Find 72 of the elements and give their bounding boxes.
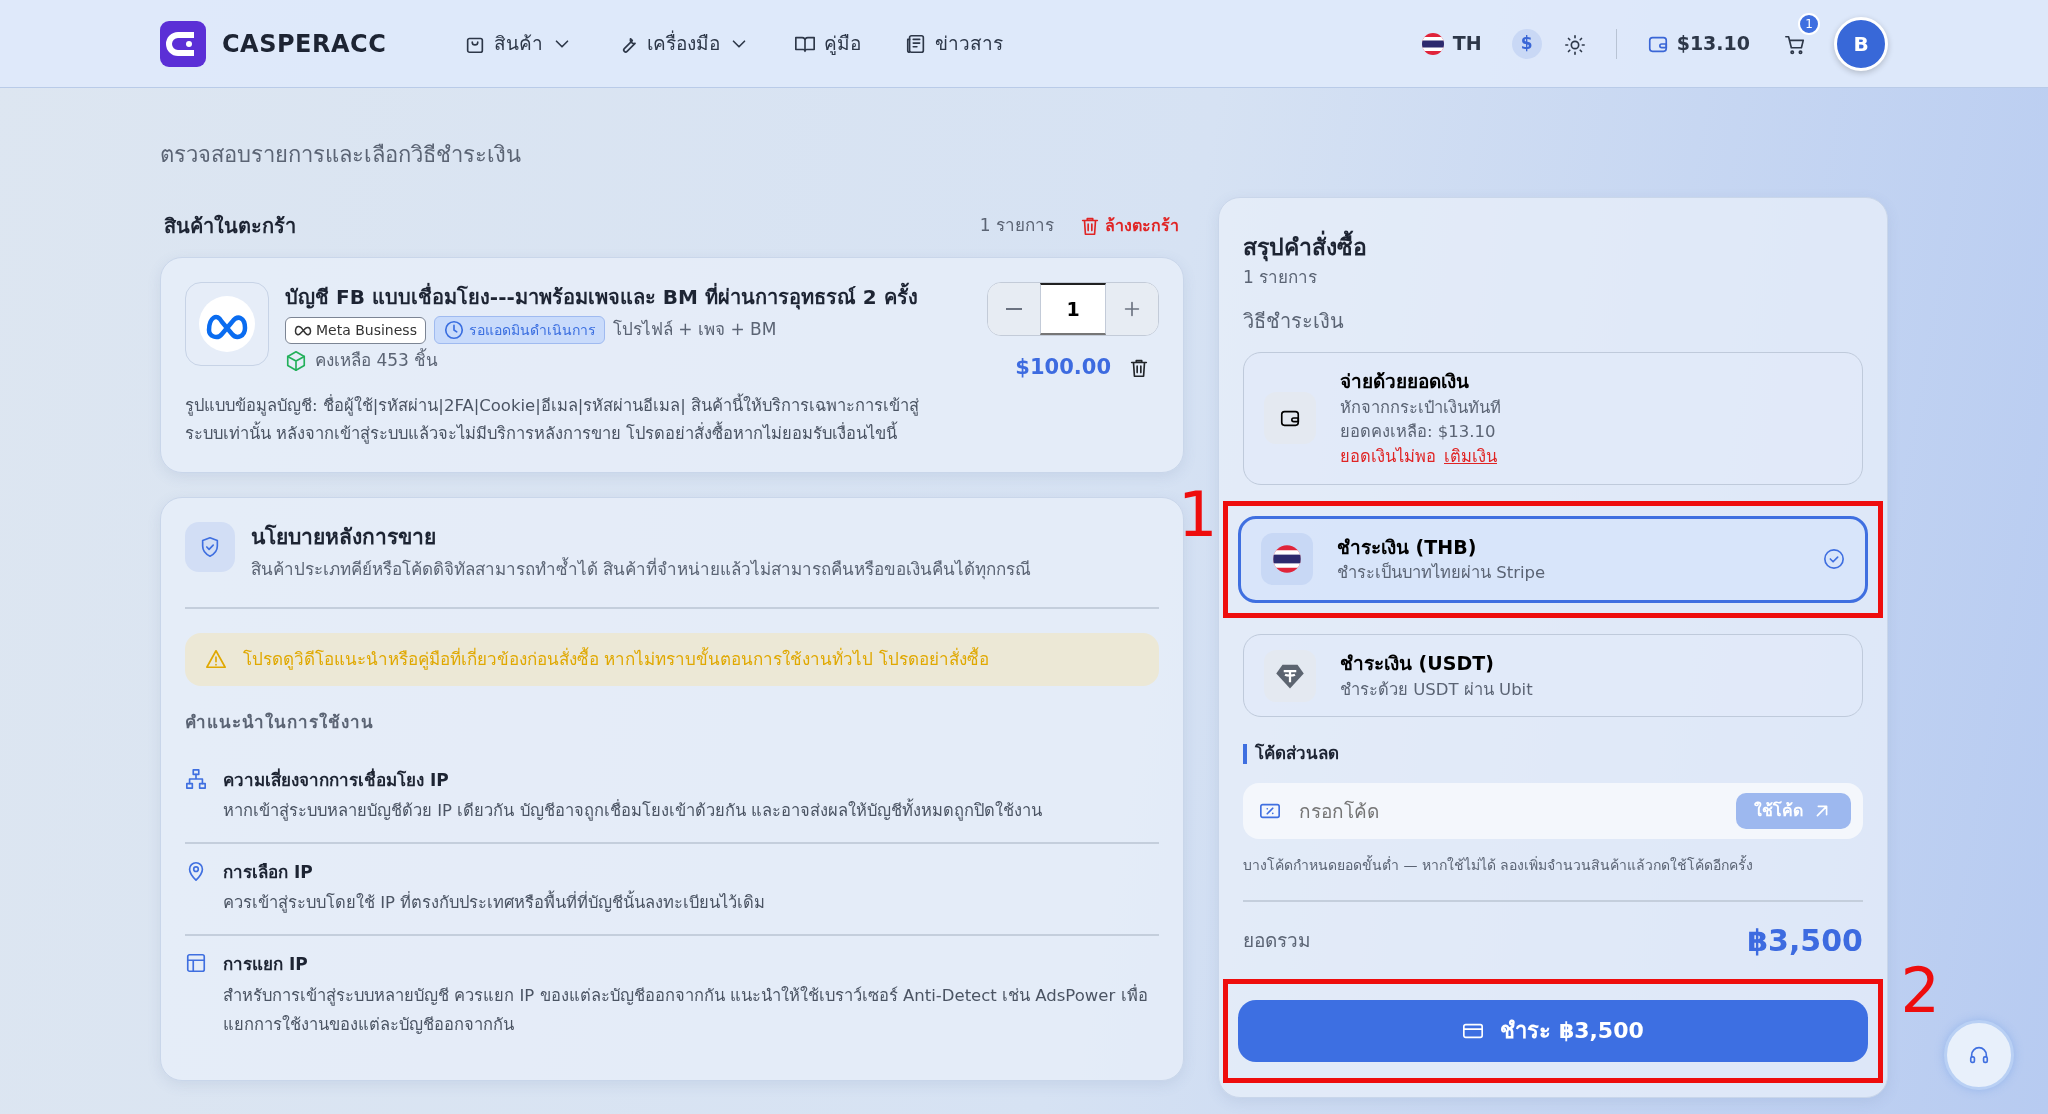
payment-method-option[interactable]: ชำระเงิน (USDT) ชำระด้วย USDT ผ่าน Ubit xyxy=(1243,634,1863,718)
policy-title: นโยบายหลังการขาย xyxy=(251,523,437,551)
wallet-balance-text: ยอดคงเหลือ: $13.10 xyxy=(1340,421,1497,444)
summary-title: สรุปคำสั่งซื้อ xyxy=(1243,230,1863,265)
warning-banner: โปรดดูวิดีโอแนะนำหรือคู่มือที่เกี่ยวข้องก่อนสั่งซื้อ หากไม่ทราบขั้นตอนการใช้งานทั่วไป โปรดอย่าสั่งซื้อ xyxy=(185,632,1159,687)
check-circle-icon xyxy=(1823,548,1845,571)
quantity-field[interactable]: 1 xyxy=(1040,283,1106,335)
status-tag: รอแอดมินดำเนินการ xyxy=(433,316,605,344)
clock-icon xyxy=(442,319,465,341)
infinity-icon xyxy=(294,324,312,336)
total-amount: ฿3,500 xyxy=(1747,921,1863,960)
tip-title: การแยก IP xyxy=(223,953,309,977)
product-title: บัญชี FB แบบเชื่อมโยง---มาพร้อมเพจและ BM ที่ผ่านการอุทธรณ์ 2 ครั้ง xyxy=(285,282,971,312)
page-subtitle: ตรวจสอบรายการและเลือกวิธีชำระเงิน xyxy=(160,141,522,169)
payment-method-option[interactable]: ชำระเงิน (THB) ชำระเป็นบาทไทยผ่าน Stripe xyxy=(1238,515,1868,603)
nav-link[interactable]: คู่มือ xyxy=(788,28,868,59)
infinity-logo-icon xyxy=(199,296,255,352)
nav-link[interactable]: เครื่องมือ xyxy=(611,28,757,59)
trash-icon xyxy=(1128,357,1150,380)
tip-text: หากเข้าสู่ระบบหลายบัญชีด้วย IP เดียวกัน บัญชีอาจถูกเชื่อมโยงเข้าด้วยกัน และอาจส่งผลให้บัญชีทั้งหมดถูกปิดใช้งาน xyxy=(223,797,1042,826)
nav-link[interactable]: สินค้า xyxy=(458,28,580,59)
item-count: 1 รายการ xyxy=(979,214,1054,238)
total-label: ยอดรวม xyxy=(1243,928,1311,953)
user-avatar[interactable]: B xyxy=(1834,16,1888,71)
method-subtitle: หักจากกระเป๋าเงินทันที xyxy=(1340,396,1502,419)
section-title: สินค้าในตะกร้า xyxy=(164,213,296,240)
cart-icon xyxy=(1784,33,1806,56)
nav-link[interactable]: ข่าวสาร xyxy=(899,28,1010,59)
coupon-hint: บางโค้ดกำหนดยอดขั้นต่ำ — หากใช้ไม่ได้ ลองเพิ่มจำนวนสินค้าแล้วกดใช้โค้ดอีกครั้ง xyxy=(1243,854,1755,875)
minus-icon xyxy=(1006,308,1022,310)
flag-icon xyxy=(1420,31,1445,56)
annotation-number: 1 xyxy=(1178,483,1218,546)
payment-method-option[interactable]: จ่ายด้วยยอดเงิน หักจากกระเป๋าเงินทันที ยอดคงเหลือ: $13.10 ยอดเงินไม่พอ เติมเงิน xyxy=(1243,352,1863,485)
method-title: ชำระเงิน (USDT) xyxy=(1340,651,1495,676)
shield-check-icon xyxy=(199,535,221,558)
currency-button[interactable]: $ xyxy=(1511,28,1542,59)
coupon-heading: โค้ดส่วนลด xyxy=(1255,742,1339,766)
wallet-balance[interactable]: $13.10 xyxy=(1640,28,1756,59)
headset-icon xyxy=(1968,1044,1990,1066)
tip-title: การเลือก IP xyxy=(223,860,314,884)
stock-count: คงเหลือ 453 ชิ้น xyxy=(315,348,439,372)
language-selector[interactable]: TH xyxy=(1414,28,1488,59)
annotation-number: 2 xyxy=(1900,959,1940,1022)
category-tag: Meta Business xyxy=(285,316,426,344)
method-subtitle: ชำระด้วย USDT ผ่าน Ubit xyxy=(1340,678,1534,701)
clear-cart-button[interactable]: ล้างตะกร้า xyxy=(1078,213,1180,239)
summary-item-count: 1 รายการ xyxy=(1243,265,1319,289)
method-title: ชำระเงิน (THB) xyxy=(1337,534,1478,560)
tip-text: สำหรับการเข้าสู่ระบบหลายบัญชี ควรแยก IP ของแต่ละบัญชีออกจากกัน แนะนำให้ใช้เบราว์เซอร์ Anti-Detect เช่น AdsPower เพื่อแยกการใช้งานของแต่ละบัญชีออกจากกัน xyxy=(223,983,1149,1036)
product-description: รูปแบบข้อมูลบัญชี: ชื่อผู้ใช้|รหัสผ่าน|2FA|Cookie|อีเมล|รหัสผ่านอีเมล| สินค้านี้ให้บริการเฉพาะการเข้าสู่ระบบเท่านั้น หลังจากเข้าสู่ระบบแล้วจะไม่มีบริการหลังการขาย โปรดอย่าสั่งซื้อหากไม่ยอมรับเงื่อนไขนี้ xyxy=(185,392,921,446)
payment-method-heading: วิธีชำระเงิน xyxy=(1243,308,1345,335)
method-subtitle: ชำระเป็นบาทไทยผ่าน Stripe xyxy=(1337,561,1547,585)
warning-icon xyxy=(205,648,227,671)
tip-title: ความเสี่ยงจากการเชื่อมโยง IP xyxy=(223,767,450,792)
tips-heading: คำแนะนำในการใช้งาน xyxy=(185,711,375,735)
product-variant: โปรไฟล์ + เพจ + BM xyxy=(612,318,777,342)
trash-icon xyxy=(1079,215,1101,237)
network-icon xyxy=(185,767,207,790)
sun-icon xyxy=(1563,33,1586,56)
pay-button[interactable]: ชำระ ฿3,500 xyxy=(1238,999,1868,1062)
brand-name[interactable]: CASPERACC xyxy=(222,25,387,62)
logo-icon[interactable] xyxy=(160,20,206,67)
tip-text: ควรเข้าสู่ระบบโดยใช้ IP ที่ตรงกับประเทศหรือพื้นที่ที่บัญชีนั้นลงทะเบียนไว้เดิม xyxy=(223,889,766,919)
item-price: $100.00 xyxy=(1015,354,1111,381)
cart-count-badge: 1 xyxy=(1798,13,1820,36)
box-icon xyxy=(285,349,307,372)
insufficient-balance-text: ยอดเงินไม่พอ xyxy=(1340,446,1436,468)
layout-icon xyxy=(185,952,207,975)
top-up-link[interactable]: เติมเงิน xyxy=(1444,445,1497,470)
policy-text: สินค้าประเภทคีย์หรือโค้ดดิจิทัลสามารถทำซ้ำได้ สินค้าที่จำหน่ายแล้วไม่สามารถคืนหรือขอเงินคืนได้ทุกกรณี xyxy=(251,557,1032,582)
method-title: จ่ายด้วยยอดเงิน xyxy=(1340,369,1470,394)
flag-icon xyxy=(1272,544,1302,575)
